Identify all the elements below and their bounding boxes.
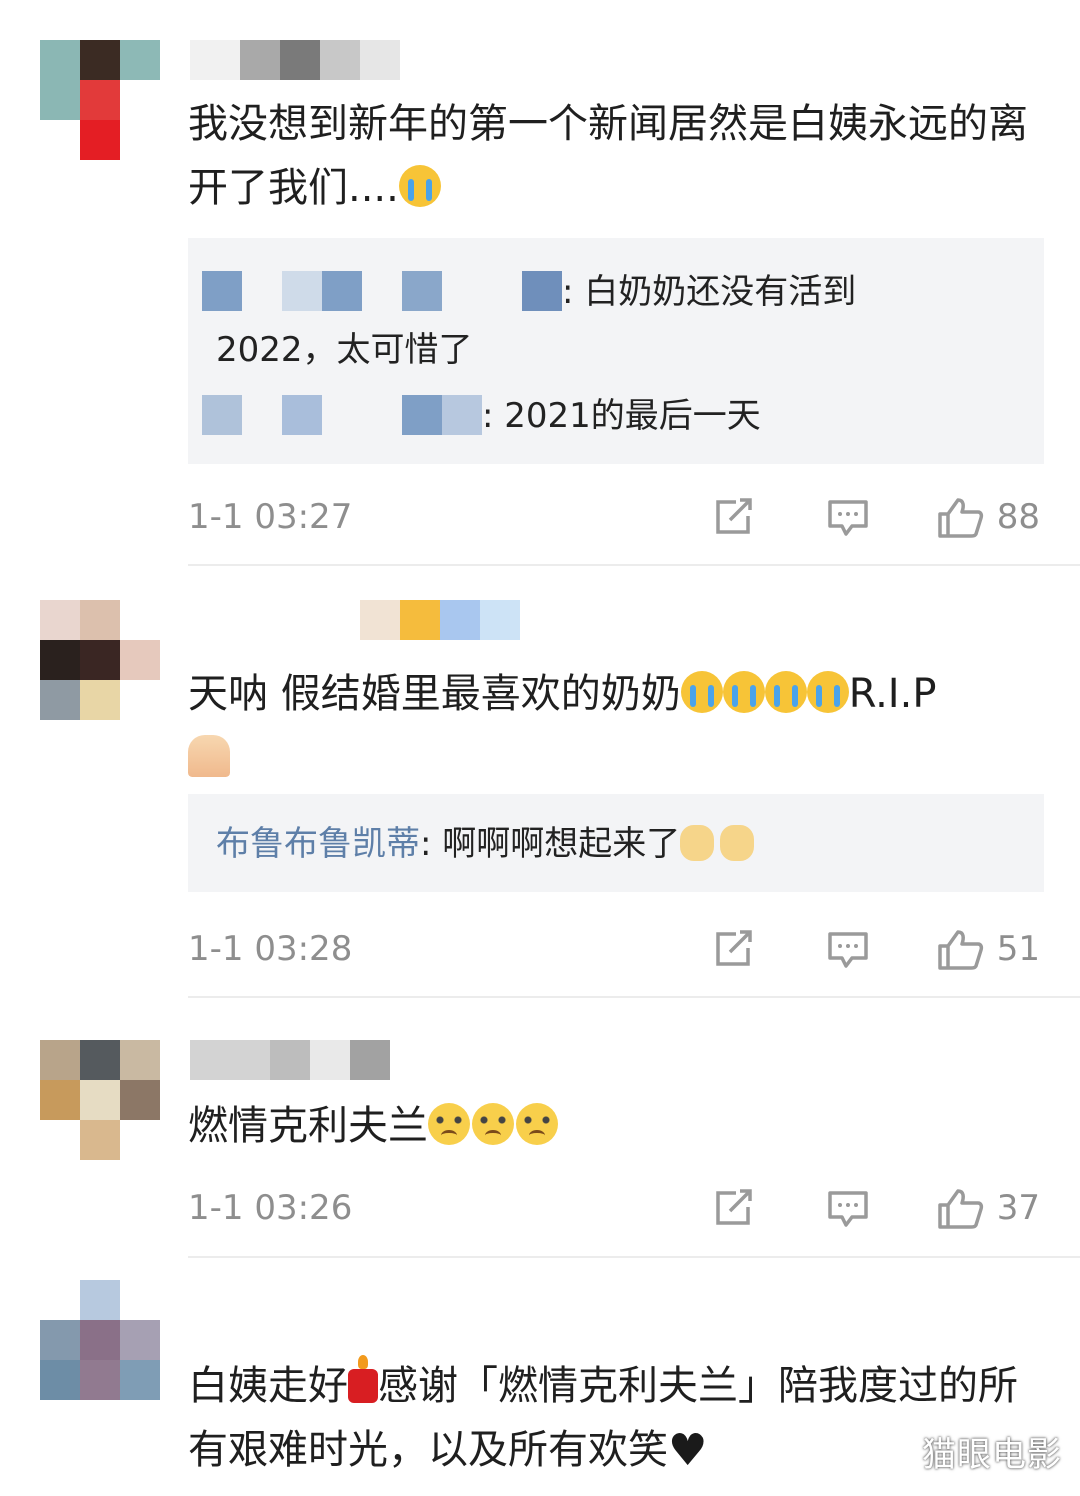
- username[interactable]: [190, 1040, 390, 1080]
- reply-text: : 啊啊啊想起来了: [420, 824, 681, 864]
- username[interactable]: [190, 40, 400, 80]
- share-icon[interactable]: [712, 928, 756, 970]
- comment-text: 天呐 假结婚里最喜欢的奶奶 R.I.P: [188, 662, 1048, 790]
- reply-line: 2022，太可惜了: [216, 326, 473, 374]
- watermark: 猫眼电影: [922, 1435, 1062, 1475]
- thumbs-up-icon[interactable]: [936, 1187, 984, 1229]
- divider: [188, 996, 1080, 998]
- thumbs-up-icon[interactable]: [936, 928, 984, 970]
- comment-meta: 1-1 03:28 51: [188, 924, 1048, 974]
- candle-icon: [348, 1355, 378, 1403]
- reply-text: : 白奶奶还没有活到: [562, 272, 857, 312]
- reply-line: : 白奶奶还没有活到: [202, 268, 856, 316]
- comment-icon[interactable]: [826, 928, 870, 970]
- avatar[interactable]: [40, 1280, 160, 1400]
- like-count: 51: [996, 929, 1040, 969]
- comment-text-content: 我没想到新年的第一个新闻居然是白姨永远的离开了我们....: [188, 101, 1028, 211]
- timestamp: 1-1 03:28: [188, 929, 353, 969]
- share-icon[interactable]: [712, 496, 756, 538]
- timestamp: 1-1 03:26: [188, 1188, 353, 1228]
- crying-dog-icon: [720, 825, 755, 861]
- loudly-crying-icon: [764, 671, 807, 713]
- reply-line: 布鲁布鲁凯蒂: 啊啊啊想起来了: [216, 820, 755, 868]
- comment-text-tail: R.I.P: [848, 671, 937, 717]
- reply-box[interactable]: 布鲁布鲁凯蒂: 啊啊啊想起来了: [188, 794, 1044, 892]
- folded-hands-icon: [188, 735, 230, 777]
- comment-icon[interactable]: [826, 1187, 870, 1229]
- comment-icon[interactable]: [826, 496, 870, 538]
- black-heart-icon: ♥: [668, 1425, 708, 1476]
- divider: [188, 564, 1080, 566]
- loudly-crying-icon: [722, 671, 765, 713]
- reply-box[interactable]: : 白奶奶还没有活到 2022，太可惜了 : 2021的最后一天: [188, 238, 1044, 464]
- loudly-crying-icon: [680, 671, 723, 713]
- reply-text: 2022，太可惜了: [216, 330, 473, 370]
- pleading-face-icon: [472, 1103, 514, 1145]
- reply-username[interactable]: 布鲁布鲁凯蒂: [216, 824, 420, 864]
- comment-text: 白姨走好 感谢「燃情克利夫兰」陪我度过的所有艰难时光，以及所有欢笑♥: [188, 1354, 1048, 1483]
- comment-text-part-1: 白姨走好: [188, 1363, 348, 1409]
- comment-meta: 1-1 03:27 88: [188, 492, 1048, 542]
- avatar[interactable]: [40, 40, 160, 160]
- comment-text-content: 燃情克利夫兰: [188, 1103, 428, 1149]
- like-count: 88: [996, 497, 1040, 537]
- avatar[interactable]: [40, 1040, 160, 1160]
- reply-text: : 2021的最后一天: [482, 396, 761, 436]
- share-icon[interactable]: [712, 1187, 756, 1229]
- reply-line: : 2021的最后一天: [202, 392, 761, 440]
- divider: [188, 1256, 1080, 1258]
- timestamp: 1-1 03:27: [188, 497, 353, 537]
- pleading-face-icon: [516, 1103, 558, 1145]
- loudly-crying-icon: [398, 165, 441, 207]
- comment-meta: 1-1 03:26 37: [188, 1183, 1048, 1233]
- pleading-face-icon: [428, 1103, 470, 1145]
- crying-dog-icon: [680, 825, 715, 861]
- comment-text-content: 天呐 假结婚里最喜欢的奶奶: [188, 671, 681, 717]
- comment-text: 燃情克利夫兰: [188, 1094, 1048, 1158]
- like-count: 37: [996, 1188, 1040, 1228]
- loudly-crying-icon: [806, 671, 849, 713]
- avatar[interactable]: [40, 600, 160, 720]
- comment-text: 我没想到新年的第一个新闻居然是白姨永远的离开了我们....: [188, 92, 1048, 220]
- username[interactable]: [190, 600, 520, 640]
- thumbs-up-icon[interactable]: [936, 496, 984, 538]
